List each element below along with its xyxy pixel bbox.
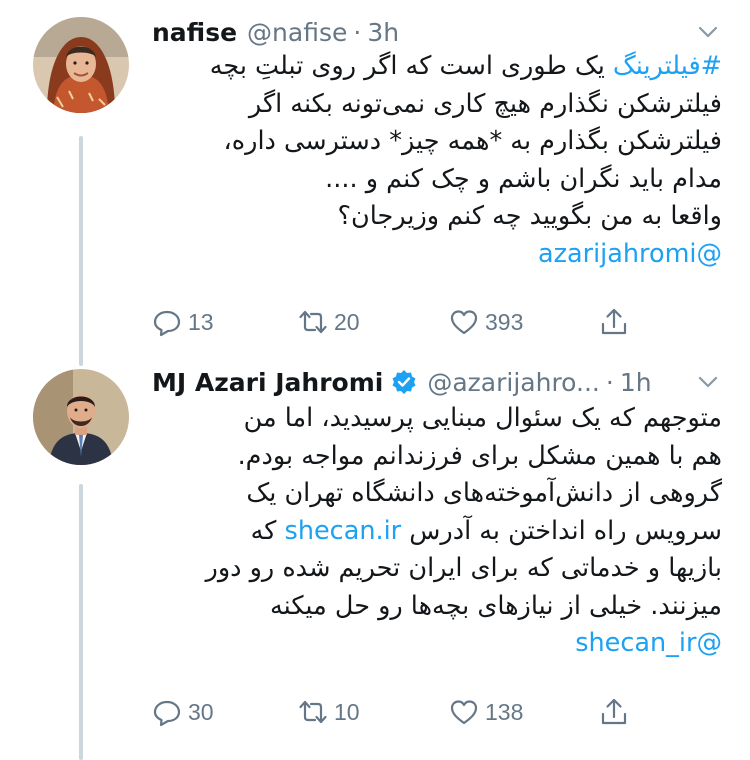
display-name[interactable]: MJ Azari Jahromi [152, 368, 383, 397]
verified-badge-icon [392, 370, 416, 394]
hashtag-link[interactable]: #فیلترینگ [613, 51, 722, 81]
tweet-text-line: بازیها و خدماتی که برای ایران تحریم شده … [205, 553, 723, 583]
woman-headscarf-avatar-icon [33, 17, 129, 113]
url-link[interactable]: shecan.ir [285, 516, 402, 546]
display-name[interactable]: nafise [152, 18, 237, 47]
tweet-text: متوجهم که یک سئوال مبنایی پرسیدید، اما م… [152, 400, 723, 663]
text-segment: که [250, 515, 285, 546]
man-suit-avatar-icon [33, 369, 129, 465]
avatar[interactable] [33, 17, 129, 113]
timestamp[interactable]: 1h [620, 368, 652, 397]
heart-icon [450, 310, 478, 335]
tweet-header: MJ Azari Jahromi @azarijahro... · 1h [152, 362, 720, 402]
reply-button[interactable]: 30 [152, 697, 214, 727]
chevron-down-icon[interactable] [696, 370, 720, 394]
tweet-text-line: سرویس راه انداختن به آدرس shecan.ir که [152, 513, 722, 551]
retweet-button[interactable]: 10 [298, 697, 360, 727]
user-handle[interactable]: @azarijahro... [427, 368, 600, 397]
tweet-text-line: مدام باید نگران باشم و چک کنم و .... [325, 163, 722, 194]
tweet-text-line: #فیلترینگ یک طوری است که اگر روی تبلتِ ب… [152, 48, 722, 86]
retweet-icon [299, 700, 327, 724]
tweet-text-line: متوجهم که یک سئوال مبنایی پرسیدید، اما م… [243, 403, 722, 433]
tweet-text-line: فیلترشکن بگذارم به *همه چیز* دسترسی داره… [223, 126, 722, 156]
user-handle[interactable]: @nafise [247, 18, 347, 47]
tweet-text-line: واقعا به من بگویید چه کنم وزیرجان؟ [337, 201, 723, 231]
share-button[interactable] [599, 307, 629, 337]
reply-count: 30 [188, 698, 214, 725]
chevron-down-icon[interactable] [696, 20, 720, 44]
mention-link[interactable]: @azarijahromi [152, 236, 722, 274]
reply-count: 13 [188, 308, 214, 335]
like-count: 138 [485, 698, 524, 725]
avatar[interactable] [33, 369, 129, 465]
tweet[interactable]: MJ Azari Jahromi @azarijahro... · 1h متو… [0, 360, 750, 760]
tweet-text: #فیلترینگ یک طوری است که اگر روی تبلتِ ب… [152, 48, 722, 273]
separator-dot: · [605, 367, 614, 397]
text-segment: سرویس راه انداختن به آدرس [401, 515, 722, 546]
retweet-count: 10 [334, 698, 360, 725]
reply-icon [153, 700, 181, 727]
tweet-text-line: فیلترشکن نگذارم هیچ کاری نمی‌تونه بکنه ا… [248, 88, 722, 119]
share-icon [601, 698, 627, 725]
retweet-count: 20 [334, 308, 360, 335]
heart-icon [450, 700, 478, 725]
separator-dot: · [353, 17, 362, 47]
tweet-header: nafise @nafise · 3h [152, 12, 720, 52]
tweet-text-line: گروهی از دانش‌آموخته‌های دانشگاه تهران ی… [246, 478, 722, 508]
share-icon [601, 308, 627, 335]
reply-icon [153, 310, 181, 337]
like-button[interactable]: 393 [449, 307, 523, 337]
retweet-button[interactable]: 20 [298, 307, 360, 337]
tweet-actions: 30 10 138 [152, 690, 652, 734]
like-button[interactable]: 138 [449, 697, 523, 727]
mention-link[interactable]: @shecan_ir [152, 625, 722, 663]
tweet-text-line: میزنند. خیلی از نیازهای بچه‌ها رو حل میک… [269, 590, 722, 621]
timestamp[interactable]: 3h [367, 18, 399, 47]
like-count: 393 [485, 308, 524, 335]
tweet-actions: 13 20 393 [152, 300, 652, 344]
tweet[interactable]: nafise @nafise · 3h #فیلترینگ یک طوری اس… [0, 0, 750, 360]
tweet-text-line: هم با همین مشکل برای فرزندانم مواجه بودم… [237, 440, 722, 471]
reply-button[interactable]: 13 [152, 307, 214, 337]
text-segment: یک طوری است که اگر روی تبلتِ بچه [209, 51, 613, 81]
retweet-icon [299, 310, 327, 334]
share-button[interactable] [599, 697, 629, 727]
